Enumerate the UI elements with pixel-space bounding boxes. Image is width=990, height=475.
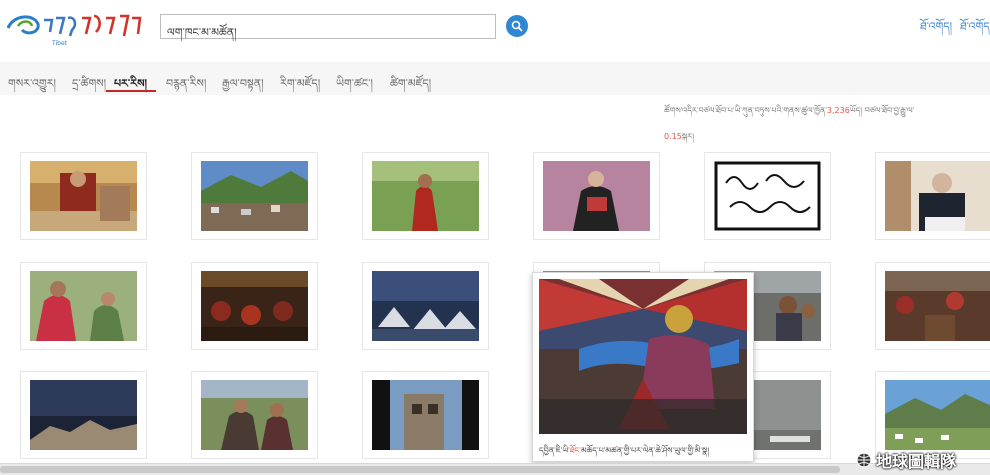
image-result-card[interactable] (875, 371, 990, 459)
search-button[interactable] (506, 15, 528, 37)
nav-item-encyclopedia[interactable]: རིག་མཛོད། (280, 71, 320, 102)
image-result-card[interactable] (362, 371, 489, 459)
nav-item-dictionary[interactable]: ཚིག་མཛོད། (390, 71, 431, 102)
nav-item-documents[interactable]: ཡིག་ཚང་། (336, 71, 373, 102)
nav-item-culture[interactable]: རྒྱལ་བསྟན། (222, 71, 264, 102)
image-thumbnail (885, 271, 990, 341)
result-count: 3,236 (826, 106, 850, 115)
nav-item-videos[interactable]: བརྙན་རིས། (166, 71, 206, 102)
image-result-card[interactable] (875, 152, 990, 240)
search-result-info: ཚོགས་འདིར་བཙལ་ཐོབ་པ་ཡི་ཀུན་བཏུས་པའི་གནས་… (664, 98, 984, 150)
image-thumbnail (30, 380, 137, 450)
image-thumbnail (543, 161, 650, 231)
watermark-text: 地球圖輯隊 (876, 452, 957, 471)
image-thumbnail (30, 161, 137, 231)
image-thumbnail (885, 380, 990, 450)
nav-item-images[interactable]: པར་རིས། (114, 71, 147, 102)
result-info-text: ཚོགས་འདིར་བཙལ་ཐོབ་པ་ཡི་ཀུན་བཏུས་པའི་གནས་… (664, 106, 827, 115)
image-result-card[interactable] (20, 262, 147, 350)
nav-item-news[interactable]: གསར་འགྱུར། (8, 71, 56, 102)
image-thumbnail (885, 161, 990, 231)
image-result-card[interactable] (704, 152, 831, 240)
image-result-card[interactable] (20, 152, 147, 240)
image-result-card[interactable] (533, 152, 660, 240)
image-thumbnail (372, 271, 479, 341)
scrollbar-thumb[interactable] (0, 466, 840, 473)
caption-text-2: མཆོད་པ་མཚན་གྱི་པར་ལེན་ཆེ་ཤོས་ཡུལ་གྱི་མི་… (580, 446, 710, 455)
horizontal-scrollbar[interactable] (0, 463, 990, 475)
caption-text: དབྱིན་ཇི་ཡི་ (539, 446, 570, 455)
image-preview-popup[interactable]: དབྱིན་ཇི་ཡི་ཐོང་མཆོད་པ་མཚན་གྱི་པར་ལེན་ཆེ… (532, 272, 754, 462)
image-result-card[interactable] (191, 152, 318, 240)
search-icon (511, 20, 523, 32)
image-result-card[interactable] (191, 262, 318, 350)
image-result-card[interactable] (362, 262, 489, 350)
nav-item-sites[interactable]: དྲ་ཚིགས། (72, 71, 106, 102)
image-result-card[interactable] (20, 371, 147, 459)
image-thumbnail (201, 380, 308, 450)
image-result-card[interactable] (362, 152, 489, 240)
image-thumbnail (372, 161, 479, 231)
header: Tibet ལག་ཁང་མ་མཚོན། ཐོ་འགོད། ཐོ་འགོད། (0, 0, 990, 62)
image-thumbnail (201, 161, 308, 231)
logo-subtext: Tibet (52, 40, 67, 47)
search-input[interactable]: ལག་ཁང་མ་མཚོན། (160, 14, 496, 39)
page: Tibet ལག་ཁང་མ་མཚོན། ཐོ་འགོད། ཐོ་འགོད། གས… (0, 0, 990, 475)
globe-icon (856, 452, 872, 468)
preview-caption: དབྱིན་ཇི་ཡི་ཐོང་མཆོད་པ་མཚན་གྱི་པར་ལེན་ཆེ… (539, 441, 709, 464)
register-link[interactable]: ཐོ་འགོད། (960, 14, 990, 45)
image-thumbnail (30, 271, 137, 341)
active-tab-indicator (106, 90, 156, 92)
image-thumbnail (372, 380, 479, 450)
image-thumbnail (714, 161, 821, 231)
image-result-card[interactable] (191, 371, 318, 459)
result-time-unit: སྐར། (681, 132, 694, 141)
result-time: 0.15 (664, 132, 682, 141)
preview-image (539, 279, 747, 434)
watermark: 地球圖輯隊 (856, 448, 956, 472)
result-info-text-2: ཡོད། བཙལ་ཐོབ་བྱ་རྒྱུ་ལ་ (849, 106, 915, 115)
caption-highlight: ཐོང་ (569, 446, 581, 455)
image-thumbnail (201, 271, 308, 341)
login-link[interactable]: ཐོ་འགོད། (920, 14, 952, 45)
site-logo[interactable]: Tibet (4, 6, 146, 47)
logo-graphic (6, 14, 142, 37)
image-result-card[interactable] (875, 262, 990, 350)
